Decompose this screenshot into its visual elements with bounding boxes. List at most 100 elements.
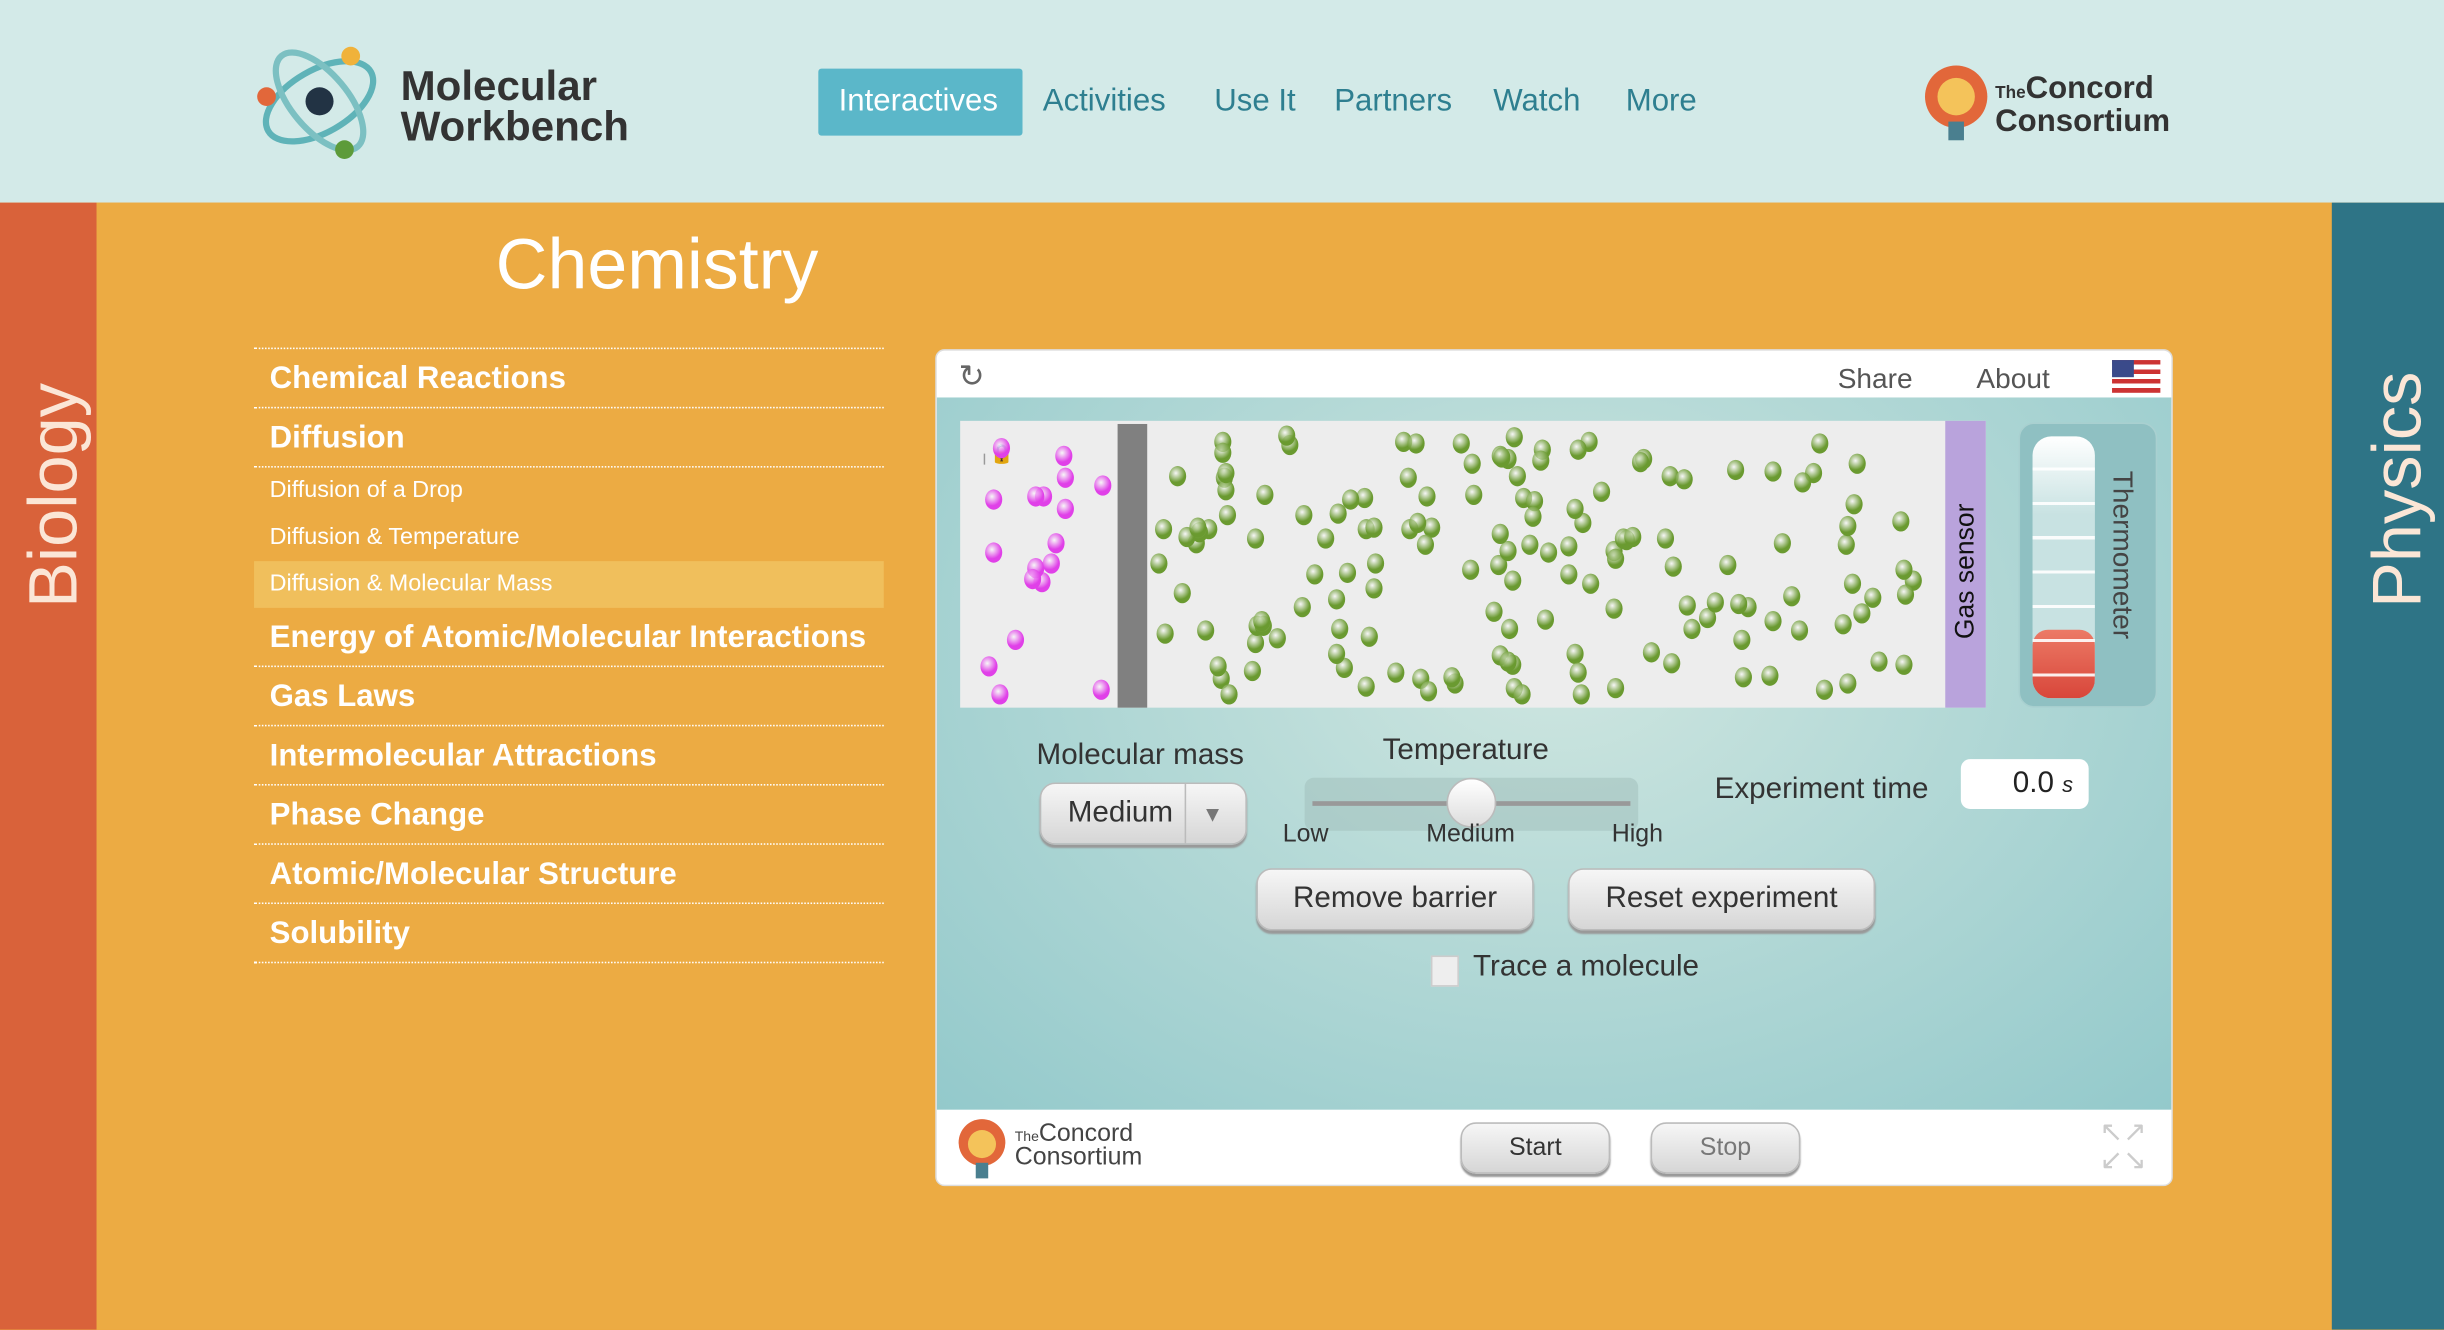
green-molecule xyxy=(1246,527,1264,548)
green-molecule xyxy=(1406,432,1425,453)
green-molecule xyxy=(1255,484,1274,505)
logo-concord: Concord xyxy=(2025,71,2154,106)
remove-barrier-button[interactable]: Remove barrier xyxy=(1256,868,1534,931)
molecular-workbench-logo-icon[interactable] xyxy=(254,31,386,171)
stop-button[interactable]: Stop xyxy=(1650,1122,1801,1174)
purple-molecule xyxy=(1042,553,1061,574)
menu-item[interactable]: Solubility xyxy=(254,904,884,964)
footer-logo-the: The xyxy=(1014,1128,1039,1145)
molecular-mass-label: Molecular mass xyxy=(1036,738,1244,772)
green-molecule xyxy=(1664,556,1682,577)
lightbulb-icon xyxy=(1924,65,1988,141)
green-molecule xyxy=(1569,439,1587,460)
green-molecule xyxy=(1763,610,1781,632)
nav-more[interactable]: More xyxy=(1605,69,1717,136)
menu-item[interactable]: Phase Change xyxy=(254,786,884,845)
green-molecule xyxy=(1706,592,1724,614)
green-molecule xyxy=(1453,433,1471,455)
start-button[interactable]: Start xyxy=(1460,1122,1611,1174)
nav-watch[interactable]: Watch xyxy=(1473,69,1601,136)
green-molecule xyxy=(1567,643,1585,664)
green-molecule xyxy=(1357,675,1375,697)
nav-interactives[interactable]: Interactives xyxy=(818,68,1023,136)
slider-thumb[interactable] xyxy=(1446,777,1497,828)
green-molecule xyxy=(1169,465,1187,487)
barrier xyxy=(1117,423,1148,708)
menu-item[interactable]: Gas Laws xyxy=(254,667,884,727)
green-molecule xyxy=(1506,426,1524,447)
green-molecule xyxy=(1891,510,1909,531)
menu-item[interactable]: Atomic/Molecular Structure xyxy=(254,845,884,905)
logo-text[interactable]: Molecular Workbench xyxy=(400,62,629,148)
green-molecule xyxy=(1656,528,1674,549)
green-molecule xyxy=(1331,619,1349,640)
green-molecule xyxy=(1419,681,1437,702)
menu-item[interactable]: Energy of Atomic/Molecular Interactions xyxy=(254,608,884,668)
green-molecule xyxy=(1217,480,1235,501)
biology-side-tab[interactable]: Biology xyxy=(0,202,97,1330)
nav-use-it[interactable]: Use It xyxy=(1194,69,1316,136)
nav-partners[interactable]: Partners xyxy=(1314,69,1472,136)
green-molecule xyxy=(1364,517,1382,539)
green-molecule xyxy=(1509,466,1527,487)
nav-activities[interactable]: Activities xyxy=(1023,69,1187,136)
menu-item[interactable]: Diffusion of a Drop xyxy=(254,468,884,515)
sim-area: Gas sensor ╷🔒 Thermometer Molecular mass… xyxy=(936,397,2172,1110)
green-molecule xyxy=(1197,619,1215,640)
green-molecule xyxy=(1500,618,1518,640)
footer-logo-consortium: Consortium xyxy=(1014,1144,1143,1171)
green-molecule xyxy=(1675,469,1693,490)
menu-item[interactable]: Diffusion & Molecular Mass xyxy=(254,561,884,608)
green-molecule xyxy=(1631,451,1649,472)
green-molecule xyxy=(1835,614,1853,635)
menu-item[interactable]: Intermolecular Attractions xyxy=(254,726,884,786)
green-molecule xyxy=(1896,654,1914,675)
tick-low: Low xyxy=(1282,821,1329,848)
biology-label: Biology xyxy=(15,382,92,608)
chevron-down-icon: ▼ xyxy=(1184,784,1223,844)
tick-high: High xyxy=(1611,821,1663,848)
green-molecule xyxy=(1605,598,1623,619)
green-molecule xyxy=(1732,630,1751,651)
share-link[interactable]: Share xyxy=(1838,363,1913,396)
fullscreen-icon[interactable]: ↖↗ ↙↘ xyxy=(2100,1118,2147,1174)
physics-side-tab[interactable]: Physics xyxy=(2331,202,2444,1330)
lightbulb-icon xyxy=(958,1119,1006,1179)
reload-icon[interactable]: ↻ xyxy=(959,357,985,396)
trace-checkbox[interactable] xyxy=(1430,955,1459,987)
menu-item[interactable]: Chemical Reactions xyxy=(254,349,884,409)
temperature-label: Temperature xyxy=(1382,734,1549,767)
reset-experiment-button[interactable]: Reset experiment xyxy=(1568,868,1876,931)
green-molecule xyxy=(1500,540,1518,561)
green-molecule xyxy=(1816,679,1834,700)
green-molecule xyxy=(1173,582,1191,603)
green-molecule xyxy=(1252,611,1270,632)
green-molecule xyxy=(1464,483,1482,505)
green-molecule xyxy=(1592,481,1610,503)
green-molecule xyxy=(1761,665,1779,686)
thermometer-tube xyxy=(2032,436,2095,699)
thermometer: Thermometer xyxy=(2018,422,2158,708)
green-molecule xyxy=(1839,515,1857,536)
green-molecule xyxy=(1573,684,1591,705)
molecular-mass-select[interactable]: Medium ▼ xyxy=(1039,782,1247,845)
menu-item[interactable]: Diffusion & Temperature xyxy=(254,514,884,561)
menu-item[interactable]: Diffusion xyxy=(254,408,884,468)
green-molecule xyxy=(1417,534,1435,555)
green-molecule xyxy=(1443,667,1461,688)
green-molecule xyxy=(1606,678,1625,699)
concord-logo[interactable]: TheConcord Consortium xyxy=(1920,62,2185,143)
green-molecule xyxy=(1896,585,1914,606)
us-flag-icon[interactable] xyxy=(2112,360,2161,393)
about-link[interactable]: About xyxy=(1976,363,2049,396)
logo-line1: Molecular xyxy=(400,62,598,110)
green-molecule xyxy=(1582,574,1600,595)
purple-molecule xyxy=(1092,679,1110,700)
green-molecule xyxy=(1810,433,1829,454)
green-molecule xyxy=(1718,554,1736,575)
green-molecule xyxy=(1560,535,1578,557)
page-title: Chemistry xyxy=(495,222,819,304)
green-molecule xyxy=(1317,528,1335,549)
green-molecule xyxy=(1462,559,1480,580)
green-molecule xyxy=(1247,633,1265,654)
